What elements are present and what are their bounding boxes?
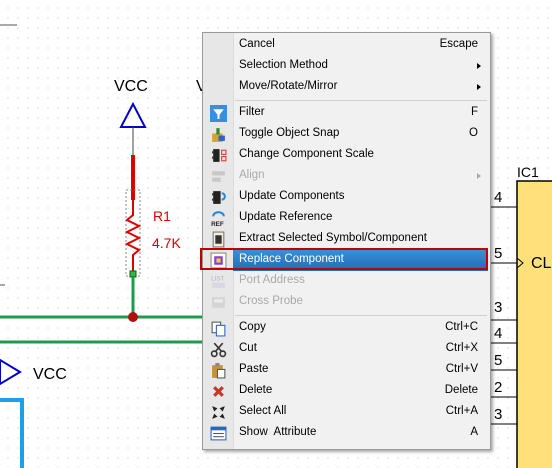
menu-item-label: Update Reference — [239, 211, 333, 223]
context-menu: Cancel Escape Selection Method Move/Rota… — [202, 32, 491, 450]
update-reference-icon: REF — [211, 211, 225, 227]
resistor-value-label: 4.7K — [152, 235, 181, 251]
menu-item-label: Toggle Object Snap — [239, 127, 340, 139]
menu-item-update-reference[interactable]: REF Update Reference — [203, 208, 490, 229]
menu-item-label: Port Address — [239, 274, 305, 286]
menu-item-shortcut: A — [470, 426, 478, 438]
menu-item-cancel[interactable]: Cancel Escape — [203, 35, 490, 56]
ic-pin-number: 4 — [494, 189, 503, 206]
cut-icon — [210, 342, 227, 358]
ic-pin-number: 3 — [494, 406, 503, 423]
filter-icon — [210, 105, 227, 122]
menu-item-shortcut: Ctrl+A — [445, 405, 478, 417]
menu-item-move-rotate-mirror[interactable]: Move/Rotate/Mirror — [203, 77, 490, 98]
menu-item-label: Align — [239, 169, 265, 181]
menu-item-label: Cross Probe — [239, 295, 303, 307]
resistor-body — [124, 200, 142, 274]
menu-item-shortcut: Ctrl+C — [445, 321, 478, 333]
port-address-icon: LIST — [211, 275, 225, 288]
menu-item-cross-probe: Cross Probe — [203, 292, 490, 313]
menu-item-show-attribute[interactable]: Show Attribute A — [203, 423, 490, 444]
menu-item-shortcut: Ctrl+X — [445, 342, 478, 354]
vcc-top-label: VCC — [114, 78, 148, 95]
svg-text:LIST: LIST — [211, 275, 225, 282]
menu-item-shortcut: Escape — [439, 38, 478, 50]
menu-item-toggle-object-snap[interactable]: Toggle Object Snap O — [203, 124, 490, 145]
menu-item-delete[interactable]: Delete Delete — [203, 381, 490, 402]
menu-item-label: Delete — [239, 384, 273, 396]
menu-item-label: Extract Selected Symbol/Component — [239, 232, 427, 244]
menu-item-label: Show Attribute — [239, 426, 317, 438]
svg-text:REF: REF — [211, 221, 224, 227]
update-components-icon — [212, 191, 226, 204]
resistor-ref-label: R1 — [153, 208, 171, 224]
cross-probe-icon — [212, 297, 225, 308]
delete-icon — [213, 386, 224, 397]
menu-separator — [235, 315, 487, 316]
menu-separator — [235, 100, 487, 101]
menu-item-label: Select All — [239, 405, 287, 417]
resistor-pin — [129, 270, 137, 278]
menu-item-label: Move/Rotate/Mirror — [239, 80, 338, 92]
menu-item-label: Selection Method — [239, 59, 328, 71]
vcc-bottom-symbol — [0, 358, 22, 386]
menu-item-label: Copy — [239, 321, 266, 333]
submenu-arrow-icon — [477, 84, 481, 90]
menu-item-port-address: LIST Port Address — [203, 271, 490, 292]
menu-item-label: Cut — [239, 342, 257, 354]
select-all-icon — [212, 406, 225, 419]
ic-ref-label: IC1 — [517, 164, 539, 180]
ic-pin-number: 5 — [494, 352, 503, 369]
object-snap-icon — [212, 128, 225, 142]
copy-icon — [211, 321, 226, 337]
vcc-bottom-label: VCC — [33, 366, 67, 383]
menu-item-change-component-scale[interactable]: Change Component Scale — [203, 145, 490, 166]
show-attribute-icon — [210, 426, 227, 441]
highlight-annotation-box — [200, 248, 488, 270]
menu-item-label: Update Components — [239, 190, 345, 202]
component-scale-icon — [212, 149, 227, 162]
ic-pin-number: 2 — [494, 379, 503, 396]
paste-icon — [212, 363, 226, 379]
menu-item-selection-method[interactable]: Selection Method — [203, 56, 490, 77]
ic-pin-number: 3 — [494, 299, 503, 316]
menu-item-label: Cancel — [239, 38, 275, 50]
extract-symbol-icon — [212, 231, 225, 248]
align-icon — [212, 171, 225, 182]
ic1-body — [516, 180, 552, 468]
menu-item-label: Change Component Scale — [239, 148, 374, 160]
menu-item-paste[interactable]: Paste Ctrl+V — [203, 360, 490, 381]
menu-item-update-components[interactable]: Update Components — [203, 187, 490, 208]
menu-item-shortcut: Ctrl+V — [445, 363, 478, 375]
menu-item-label: Filter — [239, 106, 265, 118]
ic-pin-name: CL — [531, 255, 552, 272]
submenu-arrow-icon — [477, 173, 481, 179]
menu-item-shortcut: Delete — [444, 384, 478, 396]
menu-item-filter[interactable]: Filter F — [203, 103, 490, 124]
menu-item-extract-symbol[interactable]: Extract Selected Symbol/Component — [203, 229, 490, 250]
menu-item-shortcut: F — [470, 106, 478, 118]
ic-pin-number: 4 — [494, 325, 503, 342]
menu-item-select-all[interactable]: Select All Ctrl+A — [203, 402, 490, 423]
vcc-top-symbol — [119, 101, 147, 128]
menu-item-align: Align — [203, 166, 490, 187]
menu-item-shortcut: O — [469, 127, 478, 139]
ic-pin-number: 5 — [494, 245, 503, 262]
submenu-arrow-icon — [477, 63, 481, 69]
menu-item-label: Paste — [239, 363, 269, 375]
menu-item-cut[interactable]: Cut Ctrl+X — [203, 339, 490, 360]
blue-wire — [0, 398, 24, 468]
junction-dot — [128, 312, 138, 322]
menu-item-copy[interactable]: Copy Ctrl+C — [203, 318, 490, 339]
